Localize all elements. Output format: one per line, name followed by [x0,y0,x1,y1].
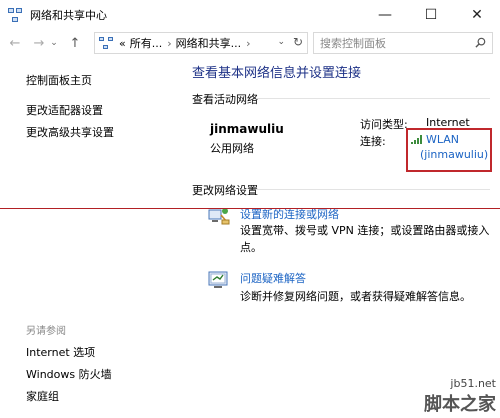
troubleshoot-link[interactable]: 问题疑难解答 [240,270,306,286]
new-connection-icon [208,208,230,225]
see-also-internet-options[interactable]: Internet 选项 [26,344,95,360]
wlan-ssid-link[interactable]: (jinmawuliu) [420,148,488,161]
sidebar-link-adapter-settings[interactable]: 更改适配器设置 [26,102,103,118]
up-button[interactable]: ↑ [66,33,84,53]
minimize-button[interactable]: — [362,0,408,30]
address-dropdown-button[interactable]: ⌄ [277,37,285,47]
back-button[interactable]: ← [6,33,24,53]
wifi-signal-icon [411,135,422,144]
address-bar[interactable]: « 所有... › 网络和共享... › ⌄ ↻ [94,32,308,54]
watermark-url: jb51.net [450,377,496,390]
see-also-windows-firewall[interactable]: Windows 防火墙 [26,366,112,382]
breadcrumb-separator[interactable]: › [167,37,171,50]
troubleshoot-desc: 诊断并修复网络问题，或者获得疑难解答信息。 [240,290,471,303]
section-divider [256,189,490,190]
maximize-button[interactable]: ☐ [408,0,454,30]
watermark-name: 脚本之家 [424,394,496,415]
search-icon[interactable] [475,37,486,48]
breadcrumb-network-center[interactable]: 网络和共享... [176,35,242,51]
change-settings-heading: 更改网络设置 [192,184,258,197]
breadcrumb-all-items[interactable]: 所有... [130,35,163,51]
sidebar-link-control-panel-home[interactable]: 控制面板主页 [26,72,92,88]
setup-new-connection-desc: 设置宽带、拨号或 VPN 连接；或设置路由器或接入点。 [240,224,490,254]
control-panel-icon [99,37,113,49]
forward-button[interactable]: → [30,33,48,53]
main-content: 查看基本网络信息并设置连接 查看活动网络 jinmawuliu 公用网络 访问类… [182,56,500,418]
breadcrumb-overflow[interactable]: « [119,37,126,50]
connection-label: 连接: [360,135,386,148]
wlan-connection-link[interactable]: WLAN [426,133,459,146]
annotation-line [0,208,500,209]
window-controls: — ☐ ✕ [362,0,500,30]
section-divider [256,98,490,99]
active-networks-heading: 查看活动网络 [192,93,258,106]
troubleshoot-icon [208,271,228,288]
network-name: jinmawuliu [210,122,284,136]
title-bar: 网络和共享中心 — ☐ ✕ [0,0,500,30]
network-center-icon [8,8,22,22]
site-watermark: jb51.net 脚本之家 [424,377,496,416]
window-title: 网络和共享中心 [30,9,107,22]
access-type-label: 访问类型: [360,118,408,131]
address-row: ← → ⌄ ↑ « 所有... › 网络和共享... › ⌄ ↻ [0,30,500,56]
network-category-link[interactable]: 公用网络 [210,140,254,156]
page-title: 查看基本网络信息并设置连接 [192,66,362,81]
see-also-title: 另请参阅 [26,326,66,337]
breadcrumb-separator[interactable]: › [246,37,250,50]
recent-locations-button[interactable]: ⌄ [48,33,60,53]
search-box[interactable] [313,32,493,54]
close-button[interactable]: ✕ [454,0,500,30]
search-input[interactable] [320,34,470,52]
sidebar-link-advanced-sharing[interactable]: 更改高级共享设置 [26,124,114,140]
sidebar: 控制面板主页 更改适配器设置 更改高级共享设置 另请参阅 Internet 选项… [0,56,182,418]
refresh-button[interactable]: ↻ [293,35,303,49]
see-also-homegroup[interactable]: 家庭组 [26,388,59,404]
